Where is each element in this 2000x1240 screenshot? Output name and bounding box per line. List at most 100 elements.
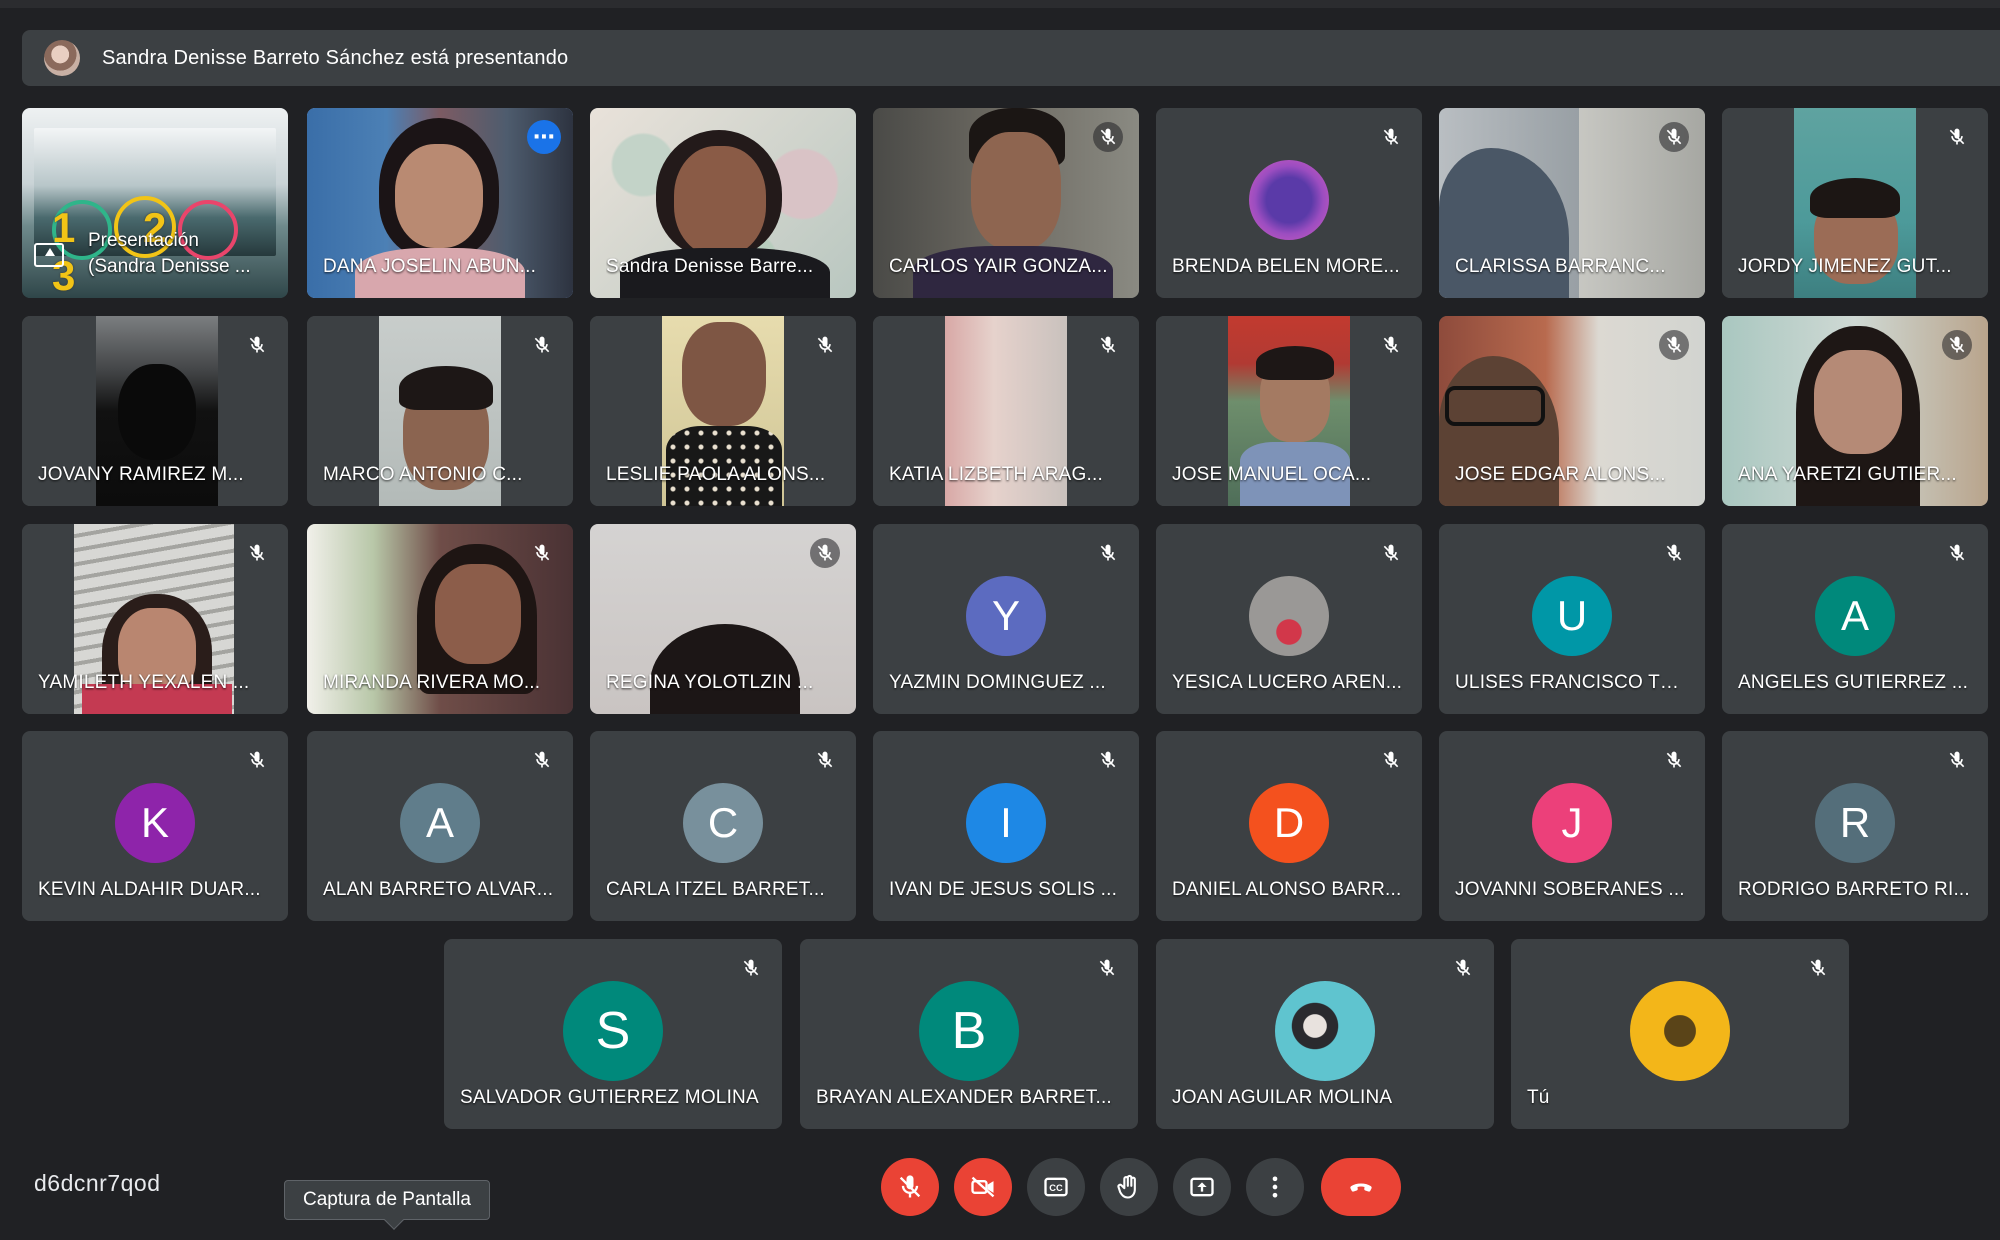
participant-tile-18[interactable]: YESICA LUCERO AREN... [1156, 524, 1422, 714]
participant-name: IVAN DE JESUS SOLIS ... [889, 879, 1118, 900]
mic-muted-icon [1942, 330, 1972, 360]
participant-tile-10[interactable]: KATIA LIZBETH ARAG... [873, 316, 1139, 506]
participant-name: JOAN AGUILAR MOLINA [1172, 1087, 1393, 1108]
participant-tile-21[interactable]: K KEVIN ALDAHIR DUAR... [22, 731, 288, 921]
participant-tile-26[interactable]: J JOVANNI SOBERANES ... [1439, 731, 1705, 921]
mic-muted-icon [1448, 953, 1478, 983]
mic-off-icon [899, 1175, 921, 1198]
participant-tile-11[interactable]: JOSE MANUEL OCA... [1156, 316, 1422, 506]
leave-call-button[interactable] [1321, 1158, 1401, 1216]
participant-tile-4[interactable]: BRENDA BELEN MORE... [1156, 108, 1422, 298]
participant-tile-6[interactable]: JORDY JIMENEZ GUT... [1722, 108, 1988, 298]
participant-tile-17[interactable]: Y YAZMIN DOMINGUEZ ... [873, 524, 1139, 714]
mic-muted-icon [1942, 745, 1972, 775]
participant-tile-19[interactable]: U ULISES FRANCISCO TU... [1439, 524, 1705, 714]
mic-muted-icon [1659, 745, 1689, 775]
initial-avatar: S [563, 981, 663, 1081]
mic-muted-icon [1659, 330, 1689, 360]
participant-name: REGINA YOLOTLZIN ... [606, 672, 814, 693]
participant-tile-25[interactable]: D DANIEL ALONSO BARR... [1156, 731, 1422, 921]
participant-name: RODRIGO BARRETO RI... [1738, 879, 1970, 900]
participant-tile-20[interactable]: A ANGELES GUTIERREZ ... [1722, 524, 1988, 714]
mic-muted-icon [1093, 330, 1123, 360]
mic-muted-icon [1376, 330, 1406, 360]
participant-tile-28[interactable]: S SALVADOR GUTIERREZ MOLINA [444, 939, 782, 1129]
participant-name: ULISES FRANCISCO TU... [1455, 672, 1689, 693]
more-options-button[interactable] [1246, 1158, 1304, 1216]
participant-name: SALVADOR GUTIERREZ MOLINA [460, 1087, 759, 1108]
participant-name: JOVANY RAMIREZ M... [38, 464, 244, 485]
initial-avatar: U [1532, 576, 1612, 656]
initial-avatar: R [1815, 783, 1895, 863]
initial-avatar: Y [966, 576, 1046, 656]
participant-name: JOSE MANUEL OCA... [1172, 464, 1372, 485]
participant-name: YAZMIN DOMINGUEZ ... [889, 672, 1106, 693]
participant-name: KATIA LIZBETH ARAG... [889, 464, 1103, 485]
participant-tile-5[interactable]: CLARISSA BARRANC... [1439, 108, 1705, 298]
participant-tile-1[interactable]: ⋯ DANA JOSELIN ABUN... [307, 108, 573, 298]
camera-toggle-button[interactable] [954, 1158, 1012, 1216]
initial-avatar: D [1249, 783, 1329, 863]
participant-tile-29[interactable]: B BRAYAN ALEXANDER BARRET... [800, 939, 1138, 1129]
participant-tile-30[interactable]: JOAN AGUILAR MOLINA [1156, 939, 1494, 1129]
participant-tile-3[interactable]: CARLOS YAIR GONZA... [873, 108, 1139, 298]
participant-name: JOVANNI SOBERANES ... [1455, 879, 1685, 900]
participant-name: KEVIN ALDAHIR DUAR... [38, 879, 261, 900]
call-controls: CC [0, 1158, 2000, 1218]
profile-photo [1630, 981, 1730, 1081]
participant-tile-24[interactable]: I IVAN DE JESUS SOLIS ... [873, 731, 1139, 921]
participant-tile-12[interactable]: JOSE EDGAR ALONS... [1439, 316, 1705, 506]
mic-muted-icon [1092, 953, 1122, 983]
presentation-label-1: Presentación [88, 230, 199, 251]
self-tile[interactable]: Tú [1511, 939, 1849, 1129]
mic-muted-icon [1803, 953, 1833, 983]
mic-muted-icon [527, 538, 557, 568]
captions-button[interactable]: CC [1027, 1158, 1085, 1216]
mic-muted-icon [810, 538, 840, 568]
profile-photo [1275, 981, 1375, 1081]
mic-muted-icon [1942, 538, 1972, 568]
participant-grid: 1 2 3 Presentación (Sandra Denisse ... ⋯… [0, 0, 2000, 1140]
present-now-button[interactable] [1173, 1158, 1231, 1216]
mic-muted-icon [810, 745, 840, 775]
participant-tile-27[interactable]: R RODRIGO BARRETO RI... [1722, 731, 1988, 921]
participant-tile-14[interactable]: YAMILETH YEXALEN ... [22, 524, 288, 714]
mic-muted-icon [1093, 122, 1123, 152]
end-call-icon [1350, 1183, 1372, 1192]
raise-hand-button[interactable] [1100, 1158, 1158, 1216]
mic-muted-icon [242, 538, 272, 568]
participant-name: CARLA ITZEL BARRET... [606, 879, 825, 900]
mic-muted-icon [527, 330, 557, 360]
mic-muted-icon [1659, 122, 1689, 152]
participant-name: YAMILETH YEXALEN ... [38, 672, 250, 693]
mic-muted-icon [527, 745, 557, 775]
participant-tile-8[interactable]: MARCO ANTONIO C... [307, 316, 573, 506]
initial-avatar: J [1532, 783, 1612, 863]
more-options-icon[interactable]: ⋯ [527, 120, 561, 154]
camera-off-icon [971, 1176, 995, 1198]
captions-icon: CC [1044, 1177, 1068, 1197]
more-vert-icon [1272, 1176, 1278, 1198]
participant-tile-13[interactable]: ANA YARETZI GUTIER... [1722, 316, 1988, 506]
participant-name: BRENDA BELEN MORE... [1172, 256, 1400, 277]
participant-tile-9[interactable]: LESLIE PAOLA ALONS... [590, 316, 856, 506]
participant-tile-7[interactable]: JOVANY RAMIREZ M... [22, 316, 288, 506]
participant-tile-2[interactable]: Sandra Denisse Barre... [590, 108, 856, 298]
participant-tile-15[interactable]: MIRANDA RIVERA MO... [307, 524, 573, 714]
mic-muted-icon [1376, 122, 1406, 152]
participant-tile-16[interactable]: REGINA YOLOTLZIN ... [590, 524, 856, 714]
participant-tile-23[interactable]: C CARLA ITZEL BARRET... [590, 731, 856, 921]
participant-name: MARCO ANTONIO C... [323, 464, 523, 485]
participant-name: ALAN BARRETO ALVAR... [323, 879, 554, 900]
mic-muted-icon [1659, 538, 1689, 568]
participant-tile-22[interactable]: A ALAN BARRETO ALVAR... [307, 731, 573, 921]
present-icon [1190, 1177, 1214, 1197]
initial-avatar: A [1815, 576, 1895, 656]
participant-name: Tú [1527, 1087, 1550, 1108]
mic-muted-icon [810, 330, 840, 360]
mic-toggle-button[interactable] [881, 1158, 939, 1216]
presentation-tile[interactable]: 1 2 3 Presentación (Sandra Denisse ... [22, 108, 288, 298]
mic-muted-icon [736, 953, 766, 983]
participant-name: CLARISSA BARRANC... [1455, 256, 1666, 277]
participant-name: DANA JOSELIN ABUN... [323, 256, 537, 277]
